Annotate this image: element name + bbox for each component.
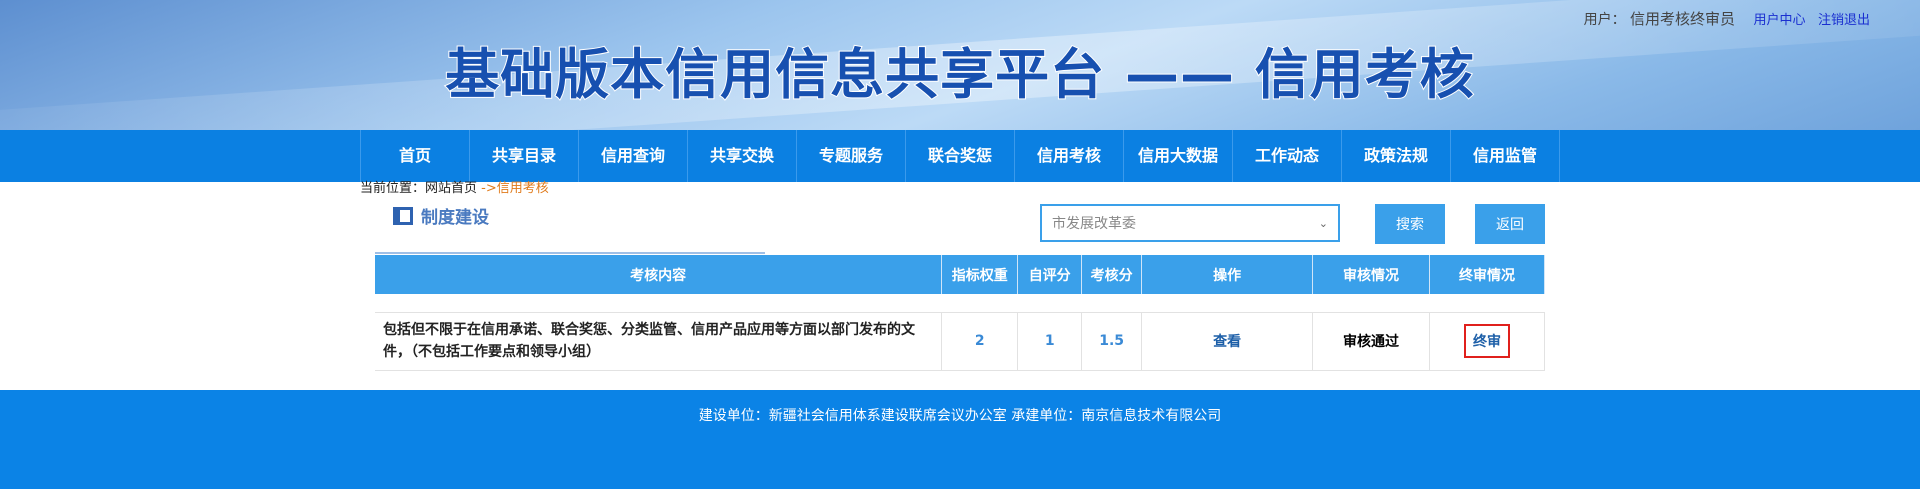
breadcrumb: 当前位置：网站首页 ->信用考核 — [360, 177, 549, 196]
action-cell: 查看 — [1141, 312, 1314, 371]
weight-cell: 2 — [941, 312, 1019, 371]
table-spacer — [375, 294, 1545, 313]
nav-credit-supervision[interactable]: 信用监管 — [1451, 130, 1560, 182]
table-header: 考核内容 指标权重 自评分 考核分 操作 审核情况 终审情况 — [375, 255, 1545, 294]
logout-link[interactable]: 注销退出 — [1818, 13, 1870, 28]
main-nav: 首页 共享目录 信用查询 共享交换 专题服务 联合奖惩 信用考核 信用大数据 工… — [0, 130, 1920, 182]
table-row: 包括但不限于在信用承诺、联合奖惩、分类监管、信用产品应用等方面以部门发布的文件，… — [375, 312, 1545, 371]
chevron-down-icon: ⌄ — [1318, 216, 1328, 230]
breadcrumb-prefix: 当前位置： — [360, 181, 426, 196]
user-label: 用户： — [1583, 12, 1626, 28]
nav-credit-query[interactable]: 信用查询 — [579, 130, 688, 182]
self-score-cell: 1 — [1017, 312, 1083, 371]
breadcrumb-current: 信用考核 — [496, 181, 549, 196]
section-header: 制度建设 — [393, 203, 489, 228]
footer: 建设单位：新疆社会信用体系建设联席会议办公室 承建单位：南京信息技术有限公司 — [0, 390, 1920, 489]
spacer-cell — [375, 294, 1545, 313]
department-select[interactable]: 市发展改革委 ⌄ — [1040, 204, 1340, 242]
nav-share-catalog[interactable]: 共享目录 — [470, 130, 579, 182]
col-score: 考核分 — [1081, 255, 1143, 294]
breadcrumb-home[interactable]: 网站首页 — [425, 181, 477, 196]
section-divider — [375, 252, 765, 254]
user-center-link[interactable]: 用户中心 — [1754, 13, 1806, 28]
nav-work-news[interactable]: 工作动态 — [1233, 130, 1342, 182]
search-button[interactable]: 搜索 — [1375, 204, 1445, 244]
document-icon — [393, 206, 413, 225]
department-select-value: 市发展改革委 — [1052, 216, 1136, 232]
final-review-link[interactable]: 终审 — [1464, 324, 1510, 358]
nav-special-service[interactable]: 专题服务 — [797, 130, 906, 182]
col-review: 审核情况 — [1312, 255, 1430, 294]
site-title: 基础版本信用信息共享平台 —— 信用考核 — [444, 42, 1475, 107]
header-banner: 基础版本信用信息共享平台 —— 信用考核 用户： 信用考核终审员 用户中心 注销… — [0, 0, 1920, 130]
nav-policy[interactable]: 政策法规 — [1342, 130, 1451, 182]
nav-home[interactable]: 首页 — [361, 130, 470, 182]
user-bar: 用户： 信用考核终审员 用户中心 注销退出 — [1584, 8, 1870, 29]
back-button[interactable]: 返回 — [1475, 204, 1545, 244]
assessment-table: 考核内容 指标权重 自评分 考核分 操作 审核情况 终审情况 包括但不限于在信用… — [375, 255, 1545, 371]
user-name: 信用考核终审员 — [1630, 10, 1736, 28]
breadcrumb-sep: -> — [477, 181, 497, 196]
section-title: 制度建设 — [421, 208, 489, 228]
col-self-score: 自评分 — [1017, 255, 1083, 294]
view-link[interactable]: 查看 — [1213, 334, 1241, 350]
nav-joint-reward-punish[interactable]: 联合奖惩 — [906, 130, 1015, 182]
nav-credit-assessment[interactable]: 信用考核 — [1015, 130, 1124, 182]
col-content: 考核内容 — [375, 255, 943, 294]
col-action: 操作 — [1141, 255, 1314, 294]
nav-share-exchange[interactable]: 共享交换 — [688, 130, 797, 182]
final-cell: 终审 — [1429, 312, 1545, 371]
review-cell: 审核通过 — [1312, 312, 1430, 371]
col-final: 终审情况 — [1429, 255, 1545, 294]
score-cell: 1.5 — [1081, 312, 1143, 371]
col-weight: 指标权重 — [941, 255, 1019, 294]
footer-text: 建设单位：新疆社会信用体系建设联席会议办公室 承建单位：南京信息技术有限公司 — [698, 408, 1222, 424]
nav-credit-bigdata[interactable]: 信用大数据 — [1124, 130, 1233, 182]
content-cell: 包括但不限于在信用承诺、联合奖惩、分类监管、信用产品应用等方面以部门发布的文件，… — [375, 312, 943, 371]
